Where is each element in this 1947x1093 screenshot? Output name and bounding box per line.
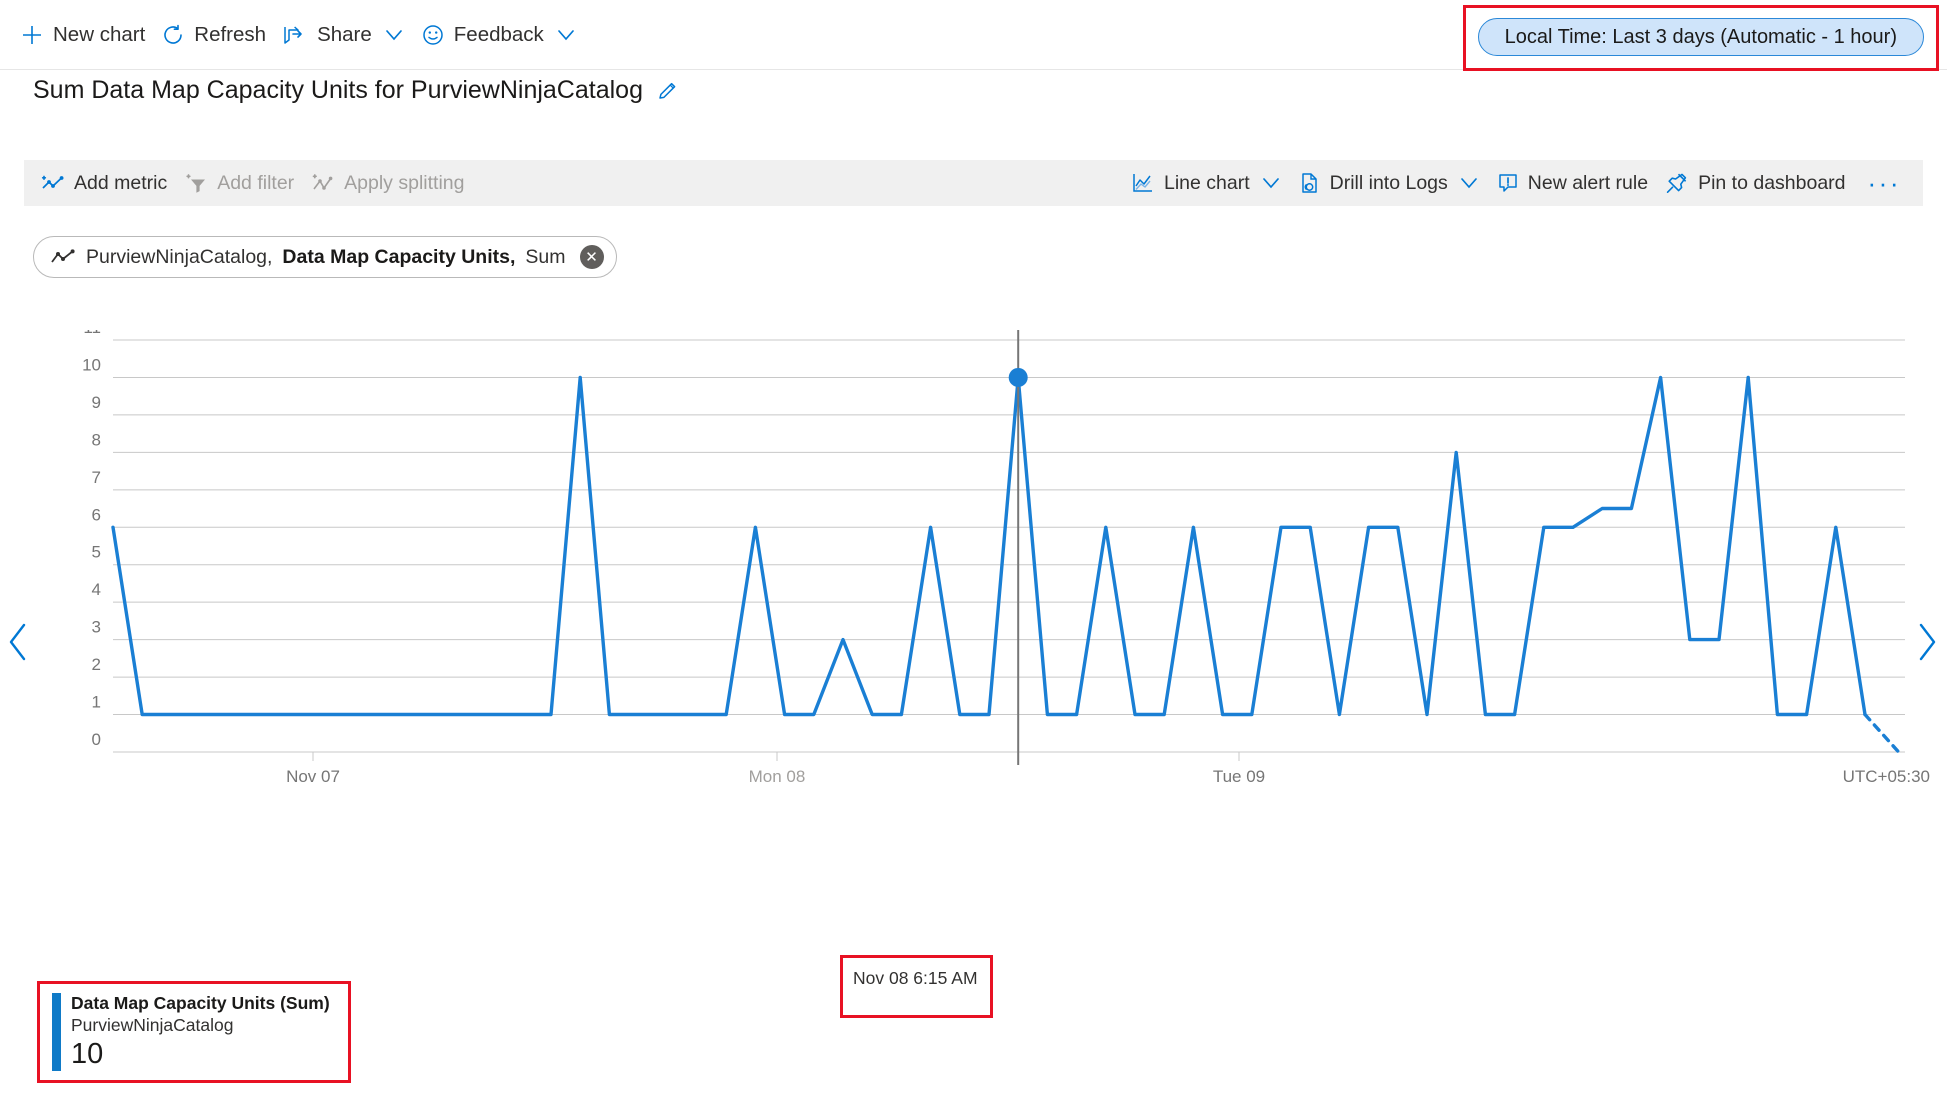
apply-splitting-label: Apply splitting: [344, 171, 465, 194]
chart-canvas[interactable]: 0 1 2 3 4 5 6 7 8 9 10 11 Nov 07 Mon 08 Tue 09 UTC+05:3…: [0, 330, 1947, 800]
drill-into-logs-label: Drill into Logs: [1329, 171, 1448, 194]
apply-splitting-button[interactable]: Apply splitting: [306, 167, 476, 199]
drill-logs-icon: [1298, 171, 1322, 195]
refresh-button[interactable]: Refresh: [155, 17, 276, 53]
add-metric-button[interactable]: Add metric: [36, 167, 179, 199]
y-axis-tick-label: 9: [92, 393, 101, 412]
metric-chip-aggregation: Sum: [525, 245, 566, 268]
y-axis-tick-label: 1: [92, 693, 101, 712]
metrics-explorer-page: New chart Refresh Share Feedback Local T…: [0, 0, 1947, 1093]
new-chart-button[interactable]: New chart: [14, 17, 155, 53]
chevron-down-icon: [1260, 172, 1282, 194]
legend-text: Data Map Capacity Units (Sum) PurviewNin…: [71, 993, 330, 1071]
apply-splitting-icon: [310, 171, 336, 195]
add-filter-icon: [183, 171, 209, 195]
share-icon: [282, 23, 308, 47]
line-chart-icon: [1130, 171, 1156, 195]
legend-resource-name: PurviewNinjaCatalog: [71, 1014, 234, 1035]
alert-rule-icon: [1496, 171, 1520, 195]
x-axis-tick-label: Tue 09: [1213, 767, 1265, 786]
y-axis-tick-label: 10: [82, 355, 101, 374]
feedback-button[interactable]: Feedback: [415, 17, 587, 53]
tooltip-timestamp: Nov 08 6:15 AM: [853, 968, 978, 988]
y-axis-tick-label: 3: [92, 618, 101, 637]
chart-type-label: Line chart: [1163, 171, 1250, 194]
refresh-label: Refresh: [194, 22, 267, 46]
chevron-down-icon: [1458, 172, 1480, 194]
add-filter-label: Add filter: [217, 171, 295, 194]
y-axis-tick-label: 7: [92, 468, 101, 487]
feedback-label: Feedback: [453, 22, 544, 46]
hover-data-point-marker[interactable]: [1008, 367, 1028, 387]
legend-annotation: Data Map Capacity Units (Sum) PurviewNin…: [37, 981, 351, 1083]
y-axis-tick-label: 11: [83, 330, 101, 337]
y-axis-tick-label: 2: [92, 655, 101, 674]
new-chart-label: New chart: [53, 22, 146, 46]
new-alert-rule-button[interactable]: New alert rule: [1492, 167, 1660, 199]
legend-color-swatch: [52, 993, 61, 1071]
y-axis-tick-label: 4: [92, 580, 101, 599]
metric-chip-resource: PurviewNinjaCatalog,: [86, 245, 273, 268]
share-button[interactable]: Share: [276, 17, 415, 53]
metric-chip-metric: Data Map Capacity Units,: [282, 245, 516, 268]
pin-to-dashboard-label: Pin to dashboard: [1698, 171, 1846, 194]
metric-chip[interactable]: PurviewNinjaCatalog, Data Map Capacity U…: [33, 236, 617, 278]
refresh-icon: [161, 23, 185, 47]
legend-current-value: 10: [71, 1037, 104, 1070]
chevron-down-icon: [555, 24, 577, 46]
y-axis-tick-label: 0: [92, 730, 101, 749]
timezone-label: UTC+05:30: [1843, 767, 1930, 786]
y-axis-tick-label: 8: [92, 430, 101, 449]
more-commands-button[interactable]: ···: [1858, 170, 1911, 196]
x-axis-tick-label: Nov 07: [286, 767, 340, 786]
metric-line-icon: [50, 248, 76, 266]
series-partial-dashed-tail: [1863, 712, 1901, 754]
y-axis-tick-label: 5: [92, 543, 101, 562]
legend[interactable]: Data Map Capacity Units (Sum) PurviewNin…: [52, 993, 330, 1071]
plus-icon: [20, 23, 44, 47]
y-axis-tick-label: 6: [92, 505, 101, 524]
line-chart-plot[interactable]: 0 1 2 3 4 5 6 7 8 9 10 11 Nov 07 Mon 08 Tue 09 UTC+05:3…: [0, 330, 1947, 786]
chart-type-button[interactable]: Line chart: [1126, 167, 1294, 199]
x-axis-tick-label: Mon 08: [749, 767, 806, 786]
add-filter-button[interactable]: Add filter: [179, 167, 306, 199]
pencil-icon[interactable]: [655, 78, 681, 104]
pin-icon: [1664, 171, 1690, 195]
legend-series-name: Data Map Capacity Units (Sum): [71, 993, 330, 1013]
share-label: Share: [317, 22, 372, 46]
chevron-down-icon: [383, 24, 405, 46]
time-range-annotation: Local Time: Last 3 days (Automatic - 1 h…: [1462, 5, 1939, 71]
metric-toolbar: Add metric Add filter Apply splitting Li…: [24, 160, 1923, 206]
pin-to-dashboard-button[interactable]: Pin to dashboard: [1660, 167, 1857, 199]
new-alert-rule-label: New alert rule: [1527, 171, 1649, 194]
drill-into-logs-button[interactable]: Drill into Logs: [1294, 167, 1492, 199]
time-range-picker[interactable]: Local Time: Last 3 days (Automatic - 1 h…: [1477, 18, 1924, 56]
add-metric-icon: [40, 171, 66, 195]
page-title: Sum Data Map Capacity Units for PurviewN…: [33, 76, 643, 104]
tooltip-timestamp-annotation: Nov 08 6:15 AM: [840, 955, 993, 1018]
chart-title-row: Sum Data Map Capacity Units for PurviewN…: [33, 76, 681, 105]
add-metric-label: Add metric: [74, 171, 168, 194]
series-line[interactable]: [111, 375, 1867, 717]
smiley-icon: [421, 23, 445, 47]
close-icon[interactable]: ✕: [579, 245, 604, 269]
